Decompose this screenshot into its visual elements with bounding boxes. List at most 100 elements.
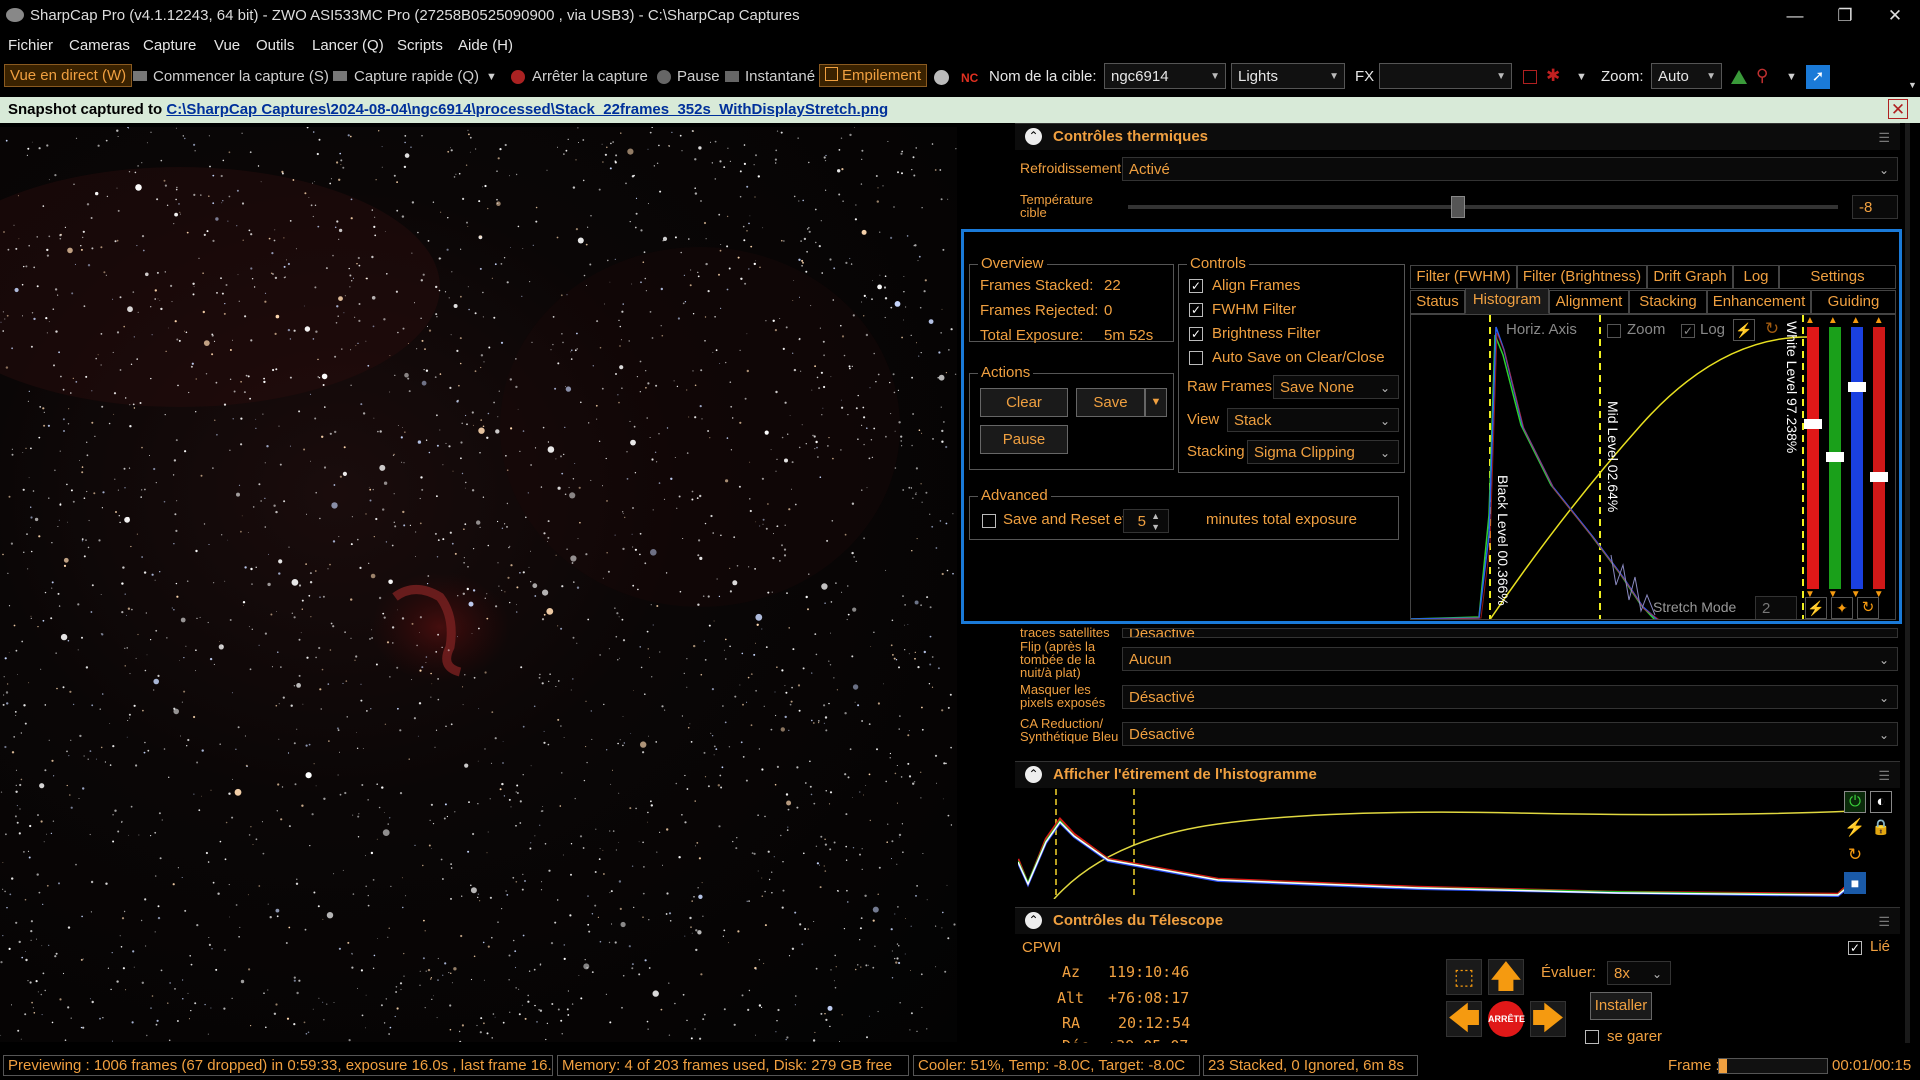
auto-stretch-icon[interactable]: ⚡: [1805, 597, 1827, 619]
bar-lum[interactable]: [1870, 327, 1888, 589]
quick-capture-button[interactable]: Capture rapide (Q): [354, 68, 479, 85]
spiral-search-icon[interactable]: ⬚: [1446, 959, 1482, 995]
bar-blue[interactable]: [1848, 327, 1866, 589]
menu-help[interactable]: Aide (H): [458, 37, 513, 54]
frame-type-combo[interactable]: Lights ▼: [1231, 63, 1345, 89]
satellite-dropdown[interactable]: Désactivé: [1122, 628, 1898, 638]
telescope-controls-header[interactable]: ⌃ Contrôles du Télescope ☰: [1015, 907, 1900, 934]
minimize-icon[interactable]: —: [1775, 4, 1815, 28]
chevron-down-icon[interactable]: ▼: [1576, 71, 1587, 83]
zoom-combo[interactable]: Auto ▼: [1651, 63, 1722, 89]
bar-red[interactable]: [1804, 327, 1822, 589]
collapse-chevron-icon[interactable]: ⌃: [1025, 912, 1042, 929]
tab-settings[interactable]: Settings: [1779, 265, 1896, 289]
reset-icon[interactable]: ↻: [1761, 319, 1783, 341]
save-reset-checkbox[interactable]: [982, 514, 996, 528]
contrast-icon[interactable]: ◐: [1870, 791, 1892, 813]
menu-icon[interactable]: ☰: [1878, 768, 1890, 784]
toolbar-overflow-icon[interactable]: ▼: [1908, 80, 1917, 90]
menu-run[interactable]: Lancer (Q): [312, 37, 384, 54]
target-temp-slider[interactable]: [1128, 205, 1838, 209]
crosshair-icon[interactable]: ✱: [1546, 66, 1560, 86]
focus-assistant-icon[interactable]: ⚲: [1756, 66, 1768, 86]
pause-button[interactable]: Pause: [677, 68, 720, 85]
clear-button[interactable]: Clear: [980, 388, 1068, 417]
menu-cameras[interactable]: Cameras: [69, 37, 130, 54]
display-stretch-header[interactable]: ⌃ Afficher l'étirement de l'histogramme …: [1015, 761, 1900, 788]
menu-tools[interactable]: Outils: [256, 37, 294, 54]
pause-stacking-button[interactable]: Pause: [980, 425, 1068, 454]
histogram-icon[interactable]: [1731, 70, 1747, 84]
panel-scrollbar[interactable]: [1905, 123, 1910, 1043]
histogram-panel[interactable]: Horiz. Axis Zoom ✓ Log ⚡ ↻ Black Level 0…: [1410, 314, 1896, 620]
sun-icon[interactable]: [934, 70, 949, 85]
linked-checkbox[interactable]: ✓: [1848, 941, 1862, 955]
auto-save-checkbox[interactable]: [1189, 351, 1203, 365]
tab-histogram[interactable]: Histogram: [1465, 288, 1549, 314]
fwhm-filter-checkbox[interactable]: ✓: [1189, 303, 1203, 317]
tab-drift-graph[interactable]: Drift Graph: [1647, 265, 1733, 289]
log-checkbox[interactable]: ✓: [1681, 324, 1695, 338]
view-dropdown[interactable]: Stack ⌄: [1227, 408, 1399, 432]
display-stretch-histogram[interactable]: [1018, 789, 1854, 899]
park-checkbox[interactable]: [1585, 1030, 1599, 1044]
maximize-icon[interactable]: ❐: [1825, 4, 1865, 28]
notification-path-link[interactable]: C:\SharpCap Captures\2024-08-04\ngc6914\…: [166, 101, 888, 118]
snapshot-button[interactable]: Instantané: [745, 68, 815, 85]
stacking-button[interactable]: Empilement: [819, 64, 928, 87]
close-notification-icon[interactable]: ✕: [1888, 99, 1908, 119]
reset-icon[interactable]: ↻: [1857, 597, 1879, 619]
tab-filter-brightness[interactable]: Filter (Brightness): [1517, 265, 1647, 289]
auto-stretch-icon[interactable]: ⚡: [1844, 818, 1866, 840]
tab-guiding[interactable]: Guiding: [1811, 290, 1896, 314]
chevron-down-icon[interactable]: ▼: [1786, 71, 1797, 83]
collapse-chevron-icon[interactable]: ⌃: [1025, 128, 1042, 145]
selection-area-icon[interactable]: [1523, 70, 1537, 84]
auto-stretch-icon[interactable]: ⚡: [1733, 319, 1755, 341]
arrow-right-icon[interactable]: 🡆: [1530, 1001, 1566, 1037]
stacking-method-dropdown[interactable]: Sigma Clipping ⌄: [1247, 440, 1399, 464]
target-temp-slider-thumb[interactable]: [1451, 196, 1465, 218]
menu-icon[interactable]: ☰: [1878, 130, 1890, 146]
hot-pixels-dropdown[interactable]: Désactivé ⌄: [1122, 685, 1898, 709]
menu-icon[interactable]: ☰: [1878, 914, 1890, 930]
setup-button[interactable]: Installer: [1590, 992, 1652, 1020]
sparkle-icon[interactable]: ✦: [1831, 597, 1853, 619]
flip-dropdown[interactable]: Aucun ⌄: [1122, 647, 1898, 671]
save-options-button[interactable]: ▼: [1145, 388, 1167, 417]
rate-dropdown[interactable]: 8x ⌄: [1607, 961, 1671, 985]
sequencer-icon[interactable]: NC: [961, 71, 978, 85]
stop-slew-button[interactable]: ARRÊTE: [1488, 1001, 1525, 1037]
menu-scripts[interactable]: Scripts: [397, 37, 443, 54]
start-capture-button[interactable]: Commencer la capture (S): [153, 68, 329, 85]
menu-capture[interactable]: Capture: [143, 37, 196, 54]
tab-alignment[interactable]: Alignment: [1549, 290, 1629, 314]
save-reset-minutes-input[interactable]: 5 ▲ ▼: [1123, 509, 1169, 533]
target-temp-input[interactable]: -8: [1852, 195, 1898, 219]
fx-combo[interactable]: ▼: [1379, 63, 1512, 89]
stretch-on-icon[interactable]: ⏻: [1844, 791, 1866, 813]
brightness-filter-checkbox[interactable]: ✓: [1189, 327, 1203, 341]
tab-status[interactable]: Status: [1410, 290, 1465, 314]
zoom-checkbox[interactable]: [1607, 324, 1621, 338]
menu-file[interactable]: Fichier: [8, 37, 53, 54]
arrow-up-icon[interactable]: 🡅: [1488, 959, 1524, 995]
close-icon[interactable]: ✕: [1875, 4, 1915, 28]
menu-view[interactable]: Vue: [214, 37, 240, 54]
reset-icon[interactable]: ↻: [1844, 845, 1866, 867]
save-button[interactable]: Save: [1076, 388, 1145, 417]
chevron-down-icon[interactable]: ▼: [486, 71, 497, 83]
bar-green[interactable]: [1826, 327, 1844, 589]
arrow-left-icon[interactable]: 🡄: [1446, 1001, 1482, 1037]
spinner-icon[interactable]: ▲ ▼: [1151, 511, 1160, 533]
tab-filter-fwhm[interactable]: Filter (FWHM): [1410, 265, 1517, 289]
tab-log[interactable]: Log: [1733, 265, 1779, 289]
ca-reduction-dropdown[interactable]: Désactivé ⌄: [1122, 722, 1898, 746]
target-name-combo[interactable]: ngc6914 ▼: [1104, 63, 1226, 89]
save-icon[interactable]: ■: [1844, 872, 1866, 894]
lock-icon[interactable]: 🔒: [1870, 818, 1892, 840]
stop-capture-button[interactable]: Arrêter la capture: [532, 68, 648, 85]
tab-stacking[interactable]: Stacking: [1629, 290, 1707, 314]
stretch-mode-input[interactable]: 2: [1755, 596, 1797, 619]
thermal-controls-header[interactable]: ⌃ Contrôles thermiques ☰: [1015, 123, 1900, 150]
